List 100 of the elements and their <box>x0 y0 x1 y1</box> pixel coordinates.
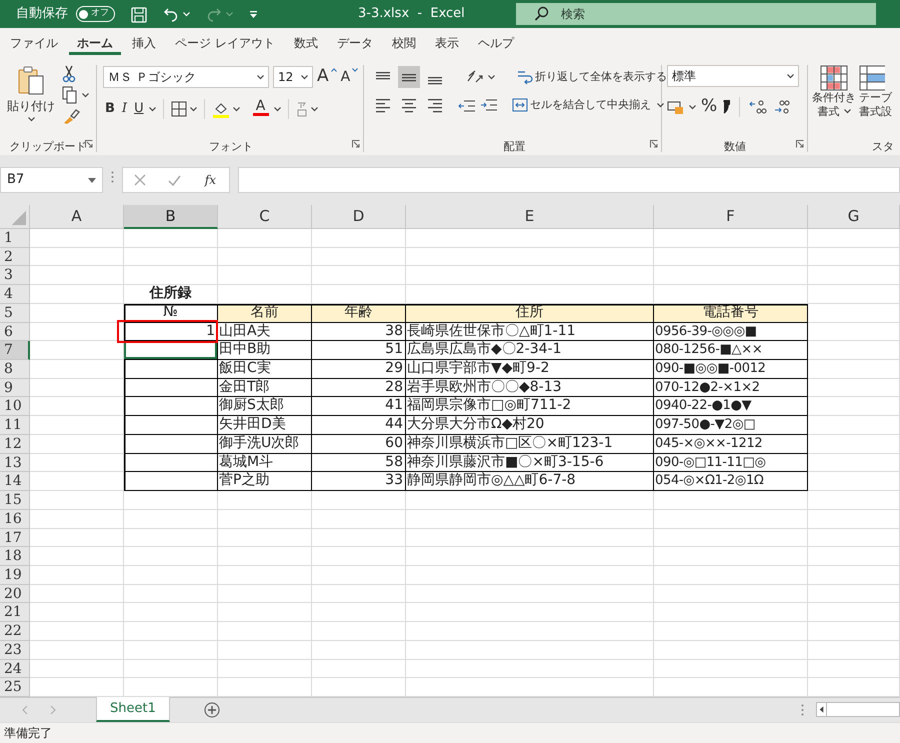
conditional-formatting-button[interactable]: 条件付き 書式 <box>812 65 856 125</box>
empty-cell[interactable] <box>124 416 218 435</box>
sheet-tab[interactable]: Sheet1 <box>96 697 170 722</box>
empty-cell[interactable] <box>124 341 218 360</box>
search-field[interactable]: 検索 <box>516 3 876 25</box>
paste-button[interactable]: 貼り付け <box>4 65 58 133</box>
number-format-dropdown[interactable]: 標準 <box>667 65 799 87</box>
row-header[interactable]: 25 <box>0 678 30 697</box>
dialog-launcher-icon[interactable] <box>352 140 360 148</box>
name-box[interactable]: B7 <box>0 167 103 193</box>
menu-tab[interactable]: 挿入 <box>124 33 164 55</box>
align-center-icon[interactable] <box>401 97 417 113</box>
row-header[interactable]: 14 <box>0 472 30 492</box>
row-header[interactable]: 13 <box>0 454 30 472</box>
merge-center-button[interactable]: セルを結合して中央揃え <box>510 93 653 117</box>
horizontal-scrollbar[interactable] <box>816 702 900 718</box>
empty-cell[interactable] <box>124 434 218 454</box>
align-right-icon[interactable] <box>427 97 443 113</box>
underline-button[interactable]: U <box>132 97 146 121</box>
row-header[interactable]: 7 <box>0 341 30 360</box>
copy-icon[interactable] <box>62 86 78 104</box>
decrease-decimal-icon[interactable] <box>772 99 790 115</box>
row-header[interactable]: 3 <box>0 266 30 286</box>
menu-tab[interactable]: 表示 <box>426 33 467 55</box>
row-header[interactable]: 8 <box>0 360 30 379</box>
next-sheet-icon[interactable] <box>50 706 56 714</box>
format-painter-icon[interactable] <box>62 107 80 125</box>
orientation-icon[interactable] <box>466 69 484 85</box>
row-header[interactable]: 5 <box>0 304 30 323</box>
empty-cell[interactable] <box>124 378 218 398</box>
menu-tab[interactable]: ファイル <box>2 33 66 55</box>
decrease-indent-icon[interactable] <box>458 98 476 114</box>
menu-tab[interactable]: ヘルプ <box>470 33 522 55</box>
undo-icon[interactable] <box>163 6 179 22</box>
menu-tab[interactable]: 数式 <box>286 33 326 55</box>
empty-cell[interactable] <box>124 454 218 472</box>
dialog-launcher-icon[interactable] <box>650 140 658 148</box>
formula-input[interactable] <box>238 167 900 193</box>
row-header[interactable]: 23 <box>0 640 30 660</box>
italic-button[interactable]: I <box>120 97 130 121</box>
empty-cell[interactable] <box>124 360 218 379</box>
column-header[interactable]: E <box>406 205 654 229</box>
row-header[interactable]: 22 <box>0 622 30 641</box>
row-header[interactable]: 20 <box>0 584 30 604</box>
font-color-button[interactable]: A <box>250 97 271 121</box>
percent-button[interactable]: % <box>701 95 718 119</box>
increase-indent-icon[interactable] <box>480 97 498 113</box>
drag-handle-icon[interactable] <box>111 171 114 183</box>
row-header[interactable]: 1 <box>0 229 30 248</box>
column-header[interactable]: D <box>312 205 406 229</box>
customize-icon[interactable] <box>249 10 258 19</box>
row-header[interactable]: 4 <box>0 285 30 304</box>
font-name-dropdown[interactable]: ＭＳ Ｐゴシック <box>103 66 269 88</box>
select-all-icon[interactable] <box>0 205 30 229</box>
empty-cell[interactable] <box>124 397 218 416</box>
shrink-font-button[interactable]: A <box>340 65 358 89</box>
menu-tab[interactable]: データ <box>328 33 381 55</box>
previous-sheet-icon[interactable] <box>22 706 28 714</box>
column-header[interactable]: C <box>218 205 312 229</box>
currency-format-icon[interactable] <box>667 99 685 115</box>
font-size-dropdown[interactable]: 12 <box>273 66 313 88</box>
row-header[interactable]: 16 <box>0 510 30 528</box>
row-header[interactable]: 12 <box>0 434 30 454</box>
add-sheet-icon[interactable] <box>204 702 220 718</box>
grow-font-button[interactable]: A <box>317 65 337 89</box>
row-header[interactable]: 18 <box>0 547 30 566</box>
increase-decimal-icon[interactable] <box>749 99 768 115</box>
row-header[interactable]: 6 <box>0 322 30 342</box>
row-header[interactable]: 17 <box>0 528 30 548</box>
check-icon[interactable] <box>168 174 181 186</box>
menu-tab[interactable]: ページ レイアウト <box>167 33 283 55</box>
row-header[interactable]: 15 <box>0 491 30 510</box>
save-icon[interactable] <box>131 6 147 23</box>
menu-tab[interactable]: ホーム <box>69 32 121 56</box>
drag-handle-icon[interactable] <box>801 704 804 716</box>
row-header[interactable]: 9 <box>0 378 30 398</box>
scroll-left-icon[interactable] <box>817 703 827 716</box>
row-header[interactable]: 21 <box>0 603 30 622</box>
menu-tab[interactable]: 校閲 <box>384 33 424 55</box>
comma-style-icon[interactable] <box>722 100 730 114</box>
autosave-toggle[interactable]: オフ <box>76 6 115 22</box>
column-header[interactable]: A <box>30 205 124 229</box>
row-header[interactable]: 2 <box>0 248 30 266</box>
align-left-icon[interactable] <box>375 97 391 113</box>
phonetic-guide-icon[interactable] <box>296 101 308 117</box>
row-header[interactable]: 19 <box>0 566 30 585</box>
dialog-launcher-icon[interactable] <box>796 140 804 148</box>
borders-icon[interactable] <box>170 101 187 117</box>
wrap-text-button[interactable]: 折り返して全体を表示する <box>515 65 669 89</box>
column-header[interactable]: F <box>654 205 808 229</box>
row-header[interactable]: 24 <box>0 660 30 678</box>
column-header[interactable]: G <box>808 205 900 229</box>
bold-button[interactable]: B <box>103 97 117 121</box>
column-header[interactable]: B <box>124 205 218 229</box>
cut-icon[interactable] <box>62 65 76 83</box>
row-header[interactable]: 11 <box>0 416 30 435</box>
dialog-launcher-icon[interactable] <box>85 140 93 148</box>
format-as-table-button[interactable]: テーブ 書式設 <box>856 65 892 125</box>
insert-function-button[interactable]: fx <box>202 168 218 192</box>
close-icon[interactable] <box>134 174 146 186</box>
